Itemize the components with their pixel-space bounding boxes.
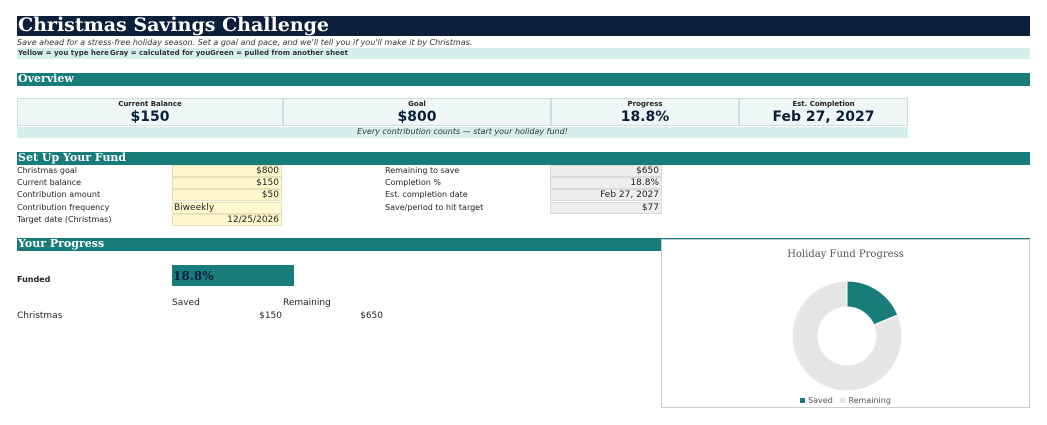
holiday-fund-chart[interactable]: Holiday Fund Progress Saved Remaining [661,239,1030,408]
input-label: Current balance [17,178,82,187]
input-label: Christmas goal [17,166,77,175]
calc-label: Est. completion date [385,190,468,199]
title-bar: Christmas Savings Challenge < Dashboard [17,14,1030,36]
current-balance-input[interactable]: $150 [172,177,282,189]
target-date-input[interactable]: 12/25/2026 [172,214,282,226]
fund-name-cell: Christmas [17,311,63,321]
setup-row: Current balance $150 Completion % 18.8% [17,177,667,189]
color-legend: Yellow = you type here Gray = calculated… [17,48,1030,59]
legend-item-saved: Saved [800,396,833,405]
legend-label: Saved [808,396,833,405]
input-label: Contribution frequency [17,203,110,212]
saved-column-header: Saved [172,298,200,308]
contribution-frequency-select[interactable]: Biweekly [172,202,282,214]
setup-row: Christmas goal $800 Remaining to save $6… [17,165,667,177]
est-completion-date-cell: Feb 27, 2027 [550,189,662,201]
overview-title: Overview [18,72,74,85]
calc-label: Save/period to hit target [385,203,484,212]
donut-chart [791,280,903,392]
kpi-progress: Progress 18.8% [551,98,739,126]
page-title: Christmas Savings Challenge [18,14,330,36]
funded-label: Funded [17,275,51,284]
kpi-value: $800 [397,109,437,125]
funded-bar: 18.8% [172,265,294,286]
kpi-label: Current Balance [118,100,182,108]
christmas-goal-input[interactable]: $800 [172,165,282,177]
input-value: 12/25/2026 [227,215,279,225]
funded-value: 18.8% [173,269,214,283]
kpi-est-completion: Est. Completion Feb 27, 2027 [739,98,908,126]
legend-swatch-remaining [840,398,846,403]
overview-section-header: Overview [17,72,1030,86]
calc-label: Remaining to save [385,166,460,175]
contribution-amount-input[interactable]: $50 [172,189,282,201]
kpi-goal: Goal $800 [283,98,551,126]
input-value: $50 [261,190,279,200]
completion-percent-cell: 18.8% [550,177,662,189]
remaining-column-header: Remaining [283,298,331,308]
kpi-current-balance: Current Balance $150 [17,98,283,126]
legend-label: Remaining [848,396,891,405]
legend-yellow: Yellow = you type here [18,49,109,57]
progress-section-header: Your Progress [17,237,661,251]
legend-green: Green = pulled from another sheet [210,49,348,57]
setup-row: Contribution frequency Biweekly Save/per… [17,202,667,214]
legend-item-remaining: Remaining [840,396,891,405]
input-label: Contribution amount [17,190,101,199]
kpi-label: Est. Completion [792,100,855,108]
setup-section-header: Set Up Your Fund [17,151,1030,165]
progress-title: Your Progress [18,237,105,250]
legend-swatch-saved [800,398,806,403]
save-per-period-cell: $77 [550,202,662,214]
kpi-label: Goal [408,100,426,108]
kpi-label: Progress [627,100,663,108]
page-subtitle: Save ahead for a stress-free holiday sea… [17,38,473,47]
dashboard-link[interactable]: < Dashboard [969,21,1028,31]
input-value: Biweekly [174,203,215,213]
kpi-note: Every contribution counts — start your h… [17,127,908,138]
chart-legend: Saved Remaining [662,396,1029,405]
saved-cell: $150 [259,311,282,321]
kpi-value: Feb 27, 2027 [772,109,875,125]
input-label: Target date (Christmas) [17,215,112,224]
setup-row: Target date (Christmas) 12/25/2026 [17,214,667,226]
legend-gray: Gray = calculated for you [110,49,211,57]
remaining-cell: $650 [360,311,383,321]
input-value: $800 [256,166,279,176]
remaining-to-save-cell: $650 [550,165,662,177]
kpi-value: $150 [130,109,170,125]
setup-title: Set Up Your Fund [18,151,127,164]
kpi-value: 18.8% [620,109,670,125]
setup-row: Contribution amount $50 Est. completion … [17,189,667,201]
kpi-row: Current Balance $150 Goal $800 Progress … [17,98,908,127]
input-value: $150 [256,178,279,188]
calc-label: Completion % [385,178,441,187]
